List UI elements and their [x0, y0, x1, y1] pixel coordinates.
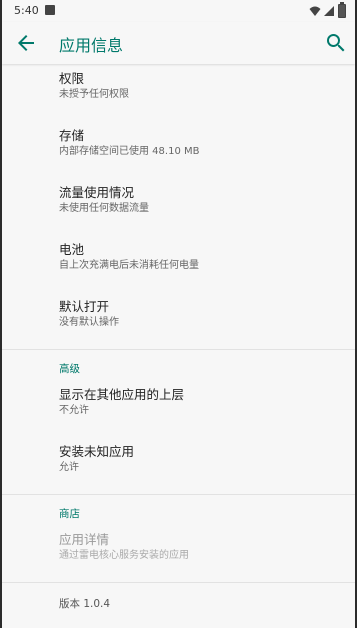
- section-header-advanced: 高级: [2, 350, 355, 380]
- install-unknown-apps-item[interactable]: 安装未知应用 允许: [2, 437, 355, 494]
- settings-list: 权限 未授予任何权限 存储 内部存储空间已使用 48.10 MB 流量使用情况 …: [2, 64, 355, 623]
- arrow-back-icon[interactable]: [14, 31, 38, 55]
- item-subtitle: 通过雷电核心服务安装的应用: [59, 550, 189, 561]
- item-subtitle: 没有默认操作: [59, 317, 119, 328]
- battery-item[interactable]: 电池 自上次充满电后未消耗任何电量: [2, 235, 355, 292]
- section-title: 商店: [59, 508, 80, 520]
- display-over-apps-item[interactable]: 显示在其他应用的上层 不允许: [2, 380, 355, 437]
- item-subtitle: 内部存储空间已使用 48.10 MB: [59, 146, 200, 157]
- app-bar: 应用信息: [2, 22, 355, 64]
- status-time: 5:40: [14, 4, 39, 17]
- item-subtitle: 未使用任何数据流量: [59, 203, 149, 214]
- item-subtitle: 自上次充满电后未消耗任何电量: [59, 260, 199, 271]
- section-title: 高级: [59, 363, 80, 375]
- notification-icon: [45, 5, 55, 15]
- search-icon[interactable]: [324, 31, 348, 55]
- item-subtitle: 不允许: [59, 405, 89, 416]
- open-by-default-item[interactable]: 默认打开 没有默认操作: [2, 292, 355, 349]
- wifi-icon: [309, 6, 321, 16]
- app-details-item: 应用详情 通过雷电核心服务安装的应用: [2, 525, 355, 582]
- battery-icon: [338, 2, 346, 18]
- storage-item[interactable]: 存储 内部存储空间已使用 48.10 MB: [2, 121, 355, 178]
- status-bar: 5:40: [2, 0, 355, 22]
- data-usage-item[interactable]: 流量使用情况 未使用任何数据流量: [2, 178, 355, 235]
- permissions-item[interactable]: 权限 未授予任何权限: [2, 64, 355, 121]
- section-header-store: 商店: [2, 495, 355, 525]
- app-info-screen: 5:40 应用信息 权限 未授予任何权限 存储 内部存储空间已使用 48.10 …: [2, 0, 355, 628]
- page-title: 应用信息: [59, 36, 124, 55]
- item-subtitle: 未授予任何权限: [59, 89, 129, 100]
- version-row: 版本 1.0.4: [2, 583, 355, 623]
- signal-icon: [324, 6, 334, 16]
- item-subtitle: 允许: [59, 462, 79, 473]
- version-label: 版本 1.0.4: [59, 598, 111, 610]
